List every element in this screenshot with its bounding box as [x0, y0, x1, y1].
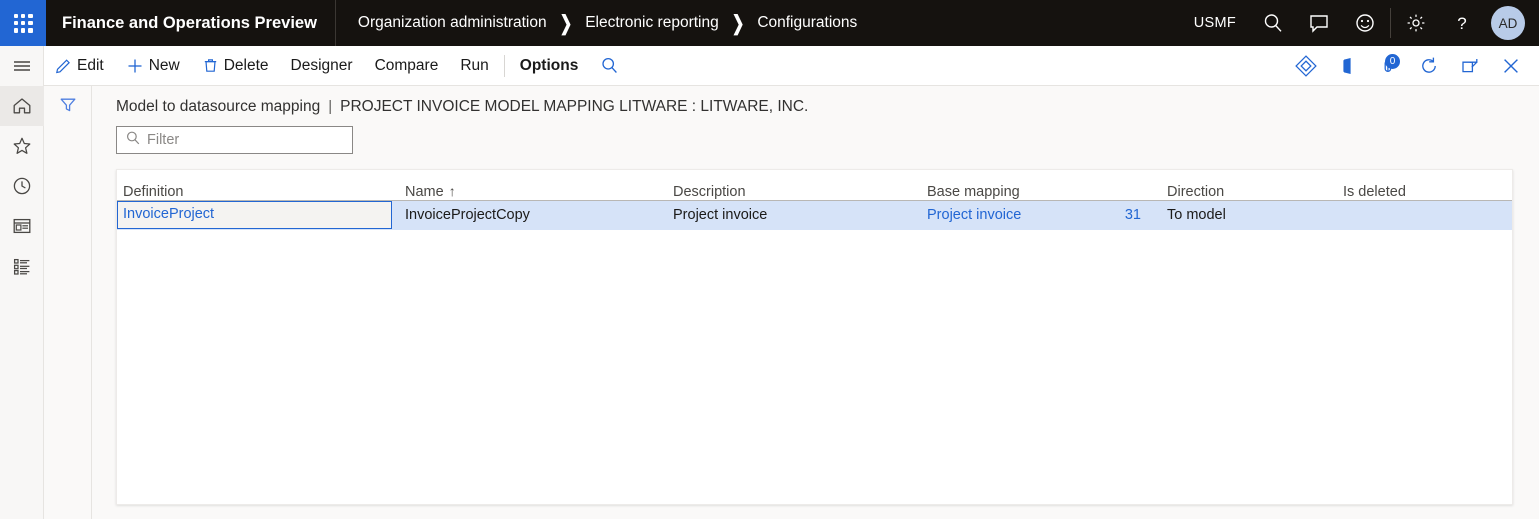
- cell-description[interactable]: Project invoice: [667, 200, 921, 230]
- definition-input[interactable]: InvoiceProject: [117, 201, 392, 229]
- breadcrumb-item-electronic-reporting[interactable]: Electronic reporting: [585, 14, 719, 32]
- settings-gear-icon[interactable]: [1393, 0, 1439, 46]
- recent-clock-icon[interactable]: [0, 166, 44, 206]
- run-button[interactable]: Run: [449, 46, 499, 86]
- column-header-name-label: Name: [405, 184, 444, 200]
- modules-list-icon[interactable]: [0, 246, 44, 286]
- edit-button[interactable]: Edit: [44, 46, 115, 86]
- action-pane: Edit New Delete Designer Compare Run Opt…: [44, 46, 1539, 86]
- cell-definition[interactable]: InvoiceProject: [117, 200, 399, 230]
- column-header-name[interactable]: Name↑: [399, 170, 667, 200]
- search-icon[interactable]: [1250, 0, 1296, 46]
- new-label: New: [149, 57, 180, 75]
- content-area: Model to datasource mapping | PROJECT IN…: [44, 86, 1539, 519]
- topbar-icon-divider: [1390, 8, 1391, 38]
- column-header-is-deleted-label: Is deleted: [1343, 184, 1406, 200]
- page-panel: Model to datasource mapping | PROJECT IN…: [92, 86, 1539, 519]
- column-header-description[interactable]: Description: [667, 170, 921, 200]
- action-search-button[interactable]: [589, 46, 630, 86]
- svg-text:?: ?: [1457, 14, 1466, 33]
- column-header-base-mapping[interactable]: Base mapping: [921, 170, 1161, 200]
- edit-label: Edit: [77, 57, 104, 75]
- delete-label: Delete: [224, 57, 269, 75]
- attachments-diamond-icon[interactable]: [1285, 46, 1326, 86]
- column-header-direction-label: Direction: [1167, 184, 1224, 200]
- data-grid: Definition Name↑ Description Base mappin…: [116, 169, 1513, 505]
- grid-table: Definition Name↑ Description Base mappin…: [117, 170, 1513, 230]
- popout-icon[interactable]: [1449, 46, 1490, 86]
- notifications-icon[interactable]: 0: [1367, 46, 1408, 86]
- page-title-main: Model to datasource mapping: [116, 98, 320, 116]
- page-title: Model to datasource mapping | PROJECT IN…: [116, 86, 1512, 120]
- notification-badge-count: 0: [1385, 54, 1400, 69]
- cell-direction[interactable]: To model: [1161, 200, 1337, 230]
- filter-input-wrapper[interactable]: [116, 126, 353, 154]
- base-mapping-link[interactable]: Project invoice: [927, 207, 1021, 223]
- plus-icon: [126, 57, 144, 75]
- company-selector[interactable]: USMF: [1180, 15, 1250, 31]
- base-mapping-count: 31: [1125, 207, 1161, 223]
- compare-label: Compare: [375, 57, 439, 75]
- search-icon: [125, 130, 141, 151]
- action-pane-divider: [504, 55, 505, 77]
- run-label: Run: [460, 57, 488, 75]
- topbar-right-actions: USMF ? AD: [1180, 0, 1539, 46]
- table-row[interactable]: InvoiceProject InvoiceProjectCopy Projec…: [117, 200, 1513, 230]
- column-header-description-label: Description: [673, 184, 746, 200]
- filter-funnel-icon[interactable]: [44, 86, 92, 124]
- home-icon[interactable]: [0, 86, 44, 126]
- left-navigation-rail: [0, 46, 44, 519]
- options-button[interactable]: Options: [509, 46, 590, 86]
- pencil-icon: [55, 57, 72, 74]
- designer-button[interactable]: Designer: [280, 46, 364, 86]
- new-button[interactable]: New: [115, 46, 191, 86]
- compare-button[interactable]: Compare: [364, 46, 450, 86]
- top-navigation-bar: Finance and Operations Preview Organizat…: [0, 0, 1539, 46]
- app-title: Finance and Operations Preview: [46, 14, 335, 33]
- close-icon[interactable]: [1490, 46, 1531, 86]
- favorites-star-icon[interactable]: [0, 126, 44, 166]
- feedback-smiley-icon[interactable]: [1342, 0, 1388, 46]
- delete-button[interactable]: Delete: [191, 46, 280, 86]
- column-header-is-deleted[interactable]: Is deleted: [1337, 170, 1513, 200]
- action-pane-right-icons: 0: [1285, 46, 1539, 86]
- avatar[interactable]: AD: [1491, 6, 1525, 40]
- page-title-separator: |: [320, 98, 340, 115]
- column-header-definition-label: Definition: [123, 184, 183, 200]
- chevron-right-icon: ❯: [557, 11, 576, 35]
- cell-is-deleted[interactable]: [1337, 200, 1513, 230]
- workspaces-icon[interactable]: [0, 206, 44, 246]
- column-header-definition[interactable]: Definition: [117, 170, 399, 200]
- designer-label: Designer: [291, 57, 353, 75]
- column-header-base-mapping-label: Base mapping: [927, 184, 1020, 200]
- office-export-icon[interactable]: [1326, 46, 1367, 86]
- page-title-subtitle: PROJECT INVOICE MODEL MAPPING LITWARE : …: [340, 98, 808, 116]
- cell-base-mapping[interactable]: Project invoice 31: [921, 200, 1161, 230]
- chevron-right-icon: ❯: [729, 11, 748, 35]
- trash-icon: [202, 57, 219, 74]
- chat-icon[interactable]: [1296, 0, 1342, 46]
- search-icon: [600, 56, 619, 75]
- refresh-icon[interactable]: [1408, 46, 1449, 86]
- column-header-direction[interactable]: Direction: [1161, 170, 1337, 200]
- search-input[interactable]: [147, 132, 337, 148]
- breadcrumb: Organization administration ❯ Electronic…: [336, 14, 857, 32]
- sort-ascending-icon: ↑: [444, 183, 456, 199]
- navigation-menu-icon[interactable]: [0, 46, 44, 86]
- app-launcher-icon[interactable]: [0, 0, 46, 46]
- breadcrumb-item-configurations[interactable]: Configurations: [757, 14, 857, 32]
- cell-name[interactable]: InvoiceProjectCopy: [399, 200, 667, 230]
- filter-rail: [44, 86, 92, 519]
- breadcrumb-item-organization-administration[interactable]: Organization administration: [358, 14, 547, 32]
- grid-header-row: Definition Name↑ Description Base mappin…: [117, 170, 1513, 200]
- options-label: Options: [520, 57, 579, 75]
- help-question-icon[interactable]: ?: [1439, 0, 1485, 46]
